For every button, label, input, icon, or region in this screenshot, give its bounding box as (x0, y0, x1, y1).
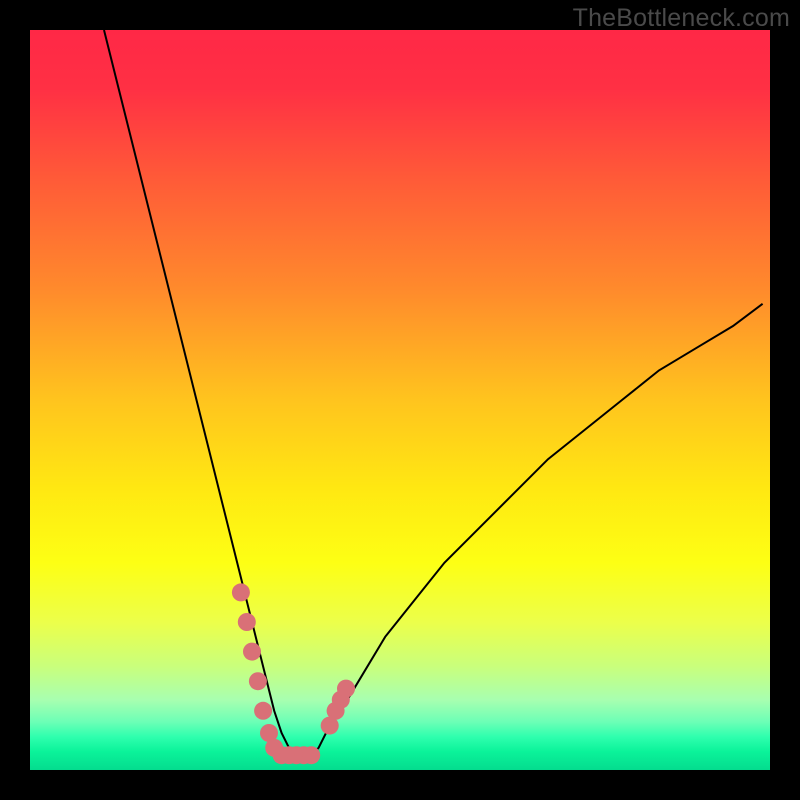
marker-dot (302, 746, 320, 764)
marker-dot (337, 680, 355, 698)
chart-frame: TheBottleneck.com (0, 0, 800, 800)
gradient-background (30, 30, 770, 770)
marker-dot (238, 613, 256, 631)
marker-dot (254, 702, 272, 720)
bottleneck-chart (30, 30, 770, 770)
marker-dot (232, 583, 250, 601)
marker-dot (249, 672, 267, 690)
watermark-text: TheBottleneck.com (573, 4, 790, 33)
marker-dot (243, 643, 261, 661)
plot-area (30, 30, 770, 770)
